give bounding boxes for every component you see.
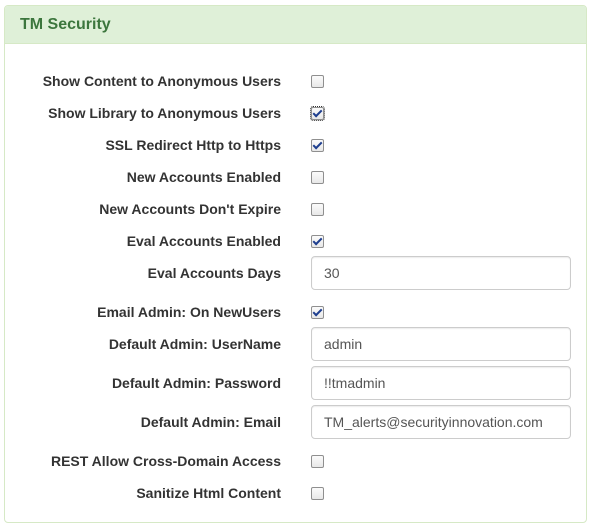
setting-label: Eval Accounts Enabled	[126, 233, 281, 249]
new-accounts-enabled-checkbox[interactable]	[311, 171, 324, 184]
default-admin-email-input[interactable]: TM_alerts@securityinnovation.com	[311, 405, 571, 439]
setting-label: Default Admin: Email	[140, 414, 281, 430]
setting-label: Show Content to Anonymous Users	[42, 73, 281, 89]
show-content-anonymous-checkbox[interactable]	[311, 75, 324, 88]
setting-label: Default Admin: Password	[111, 375, 281, 391]
setting-label: Eval Accounts Days	[147, 265, 281, 281]
new-accounts-dont-expire-checkbox[interactable]	[311, 203, 324, 216]
default-admin-username-input[interactable]: admin	[311, 327, 571, 361]
ssl-redirect-checkbox[interactable]	[311, 139, 324, 152]
eval-accounts-enabled-checkbox[interactable]	[311, 235, 324, 248]
setting-label: New Accounts Enabled	[126, 169, 281, 185]
show-library-anonymous-checkbox[interactable]	[310, 106, 325, 121]
setting-label: New Accounts Don't Expire	[99, 201, 281, 217]
setting-label: REST Allow Cross-Domain Access	[50, 453, 281, 469]
email-admin-new-users-checkbox[interactable]	[311, 306, 324, 319]
panel-title: TM Security	[5, 6, 586, 44]
setting-label: Default Admin: UserName	[108, 336, 281, 352]
rest-cross-domain-checkbox[interactable]	[311, 455, 324, 468]
sanitize-html-checkbox[interactable]	[311, 487, 324, 500]
setting-label: Sanitize Html Content	[136, 485, 281, 501]
setting-label: Show Library to Anonymous Users	[48, 105, 281, 121]
eval-accounts-days-input[interactable]: 30	[311, 256, 571, 290]
setting-label: Email Admin: On NewUsers	[97, 304, 281, 320]
setting-label: SSL Redirect Http to Https	[105, 137, 281, 153]
default-admin-password-input[interactable]: !!tmadmin	[311, 366, 571, 400]
